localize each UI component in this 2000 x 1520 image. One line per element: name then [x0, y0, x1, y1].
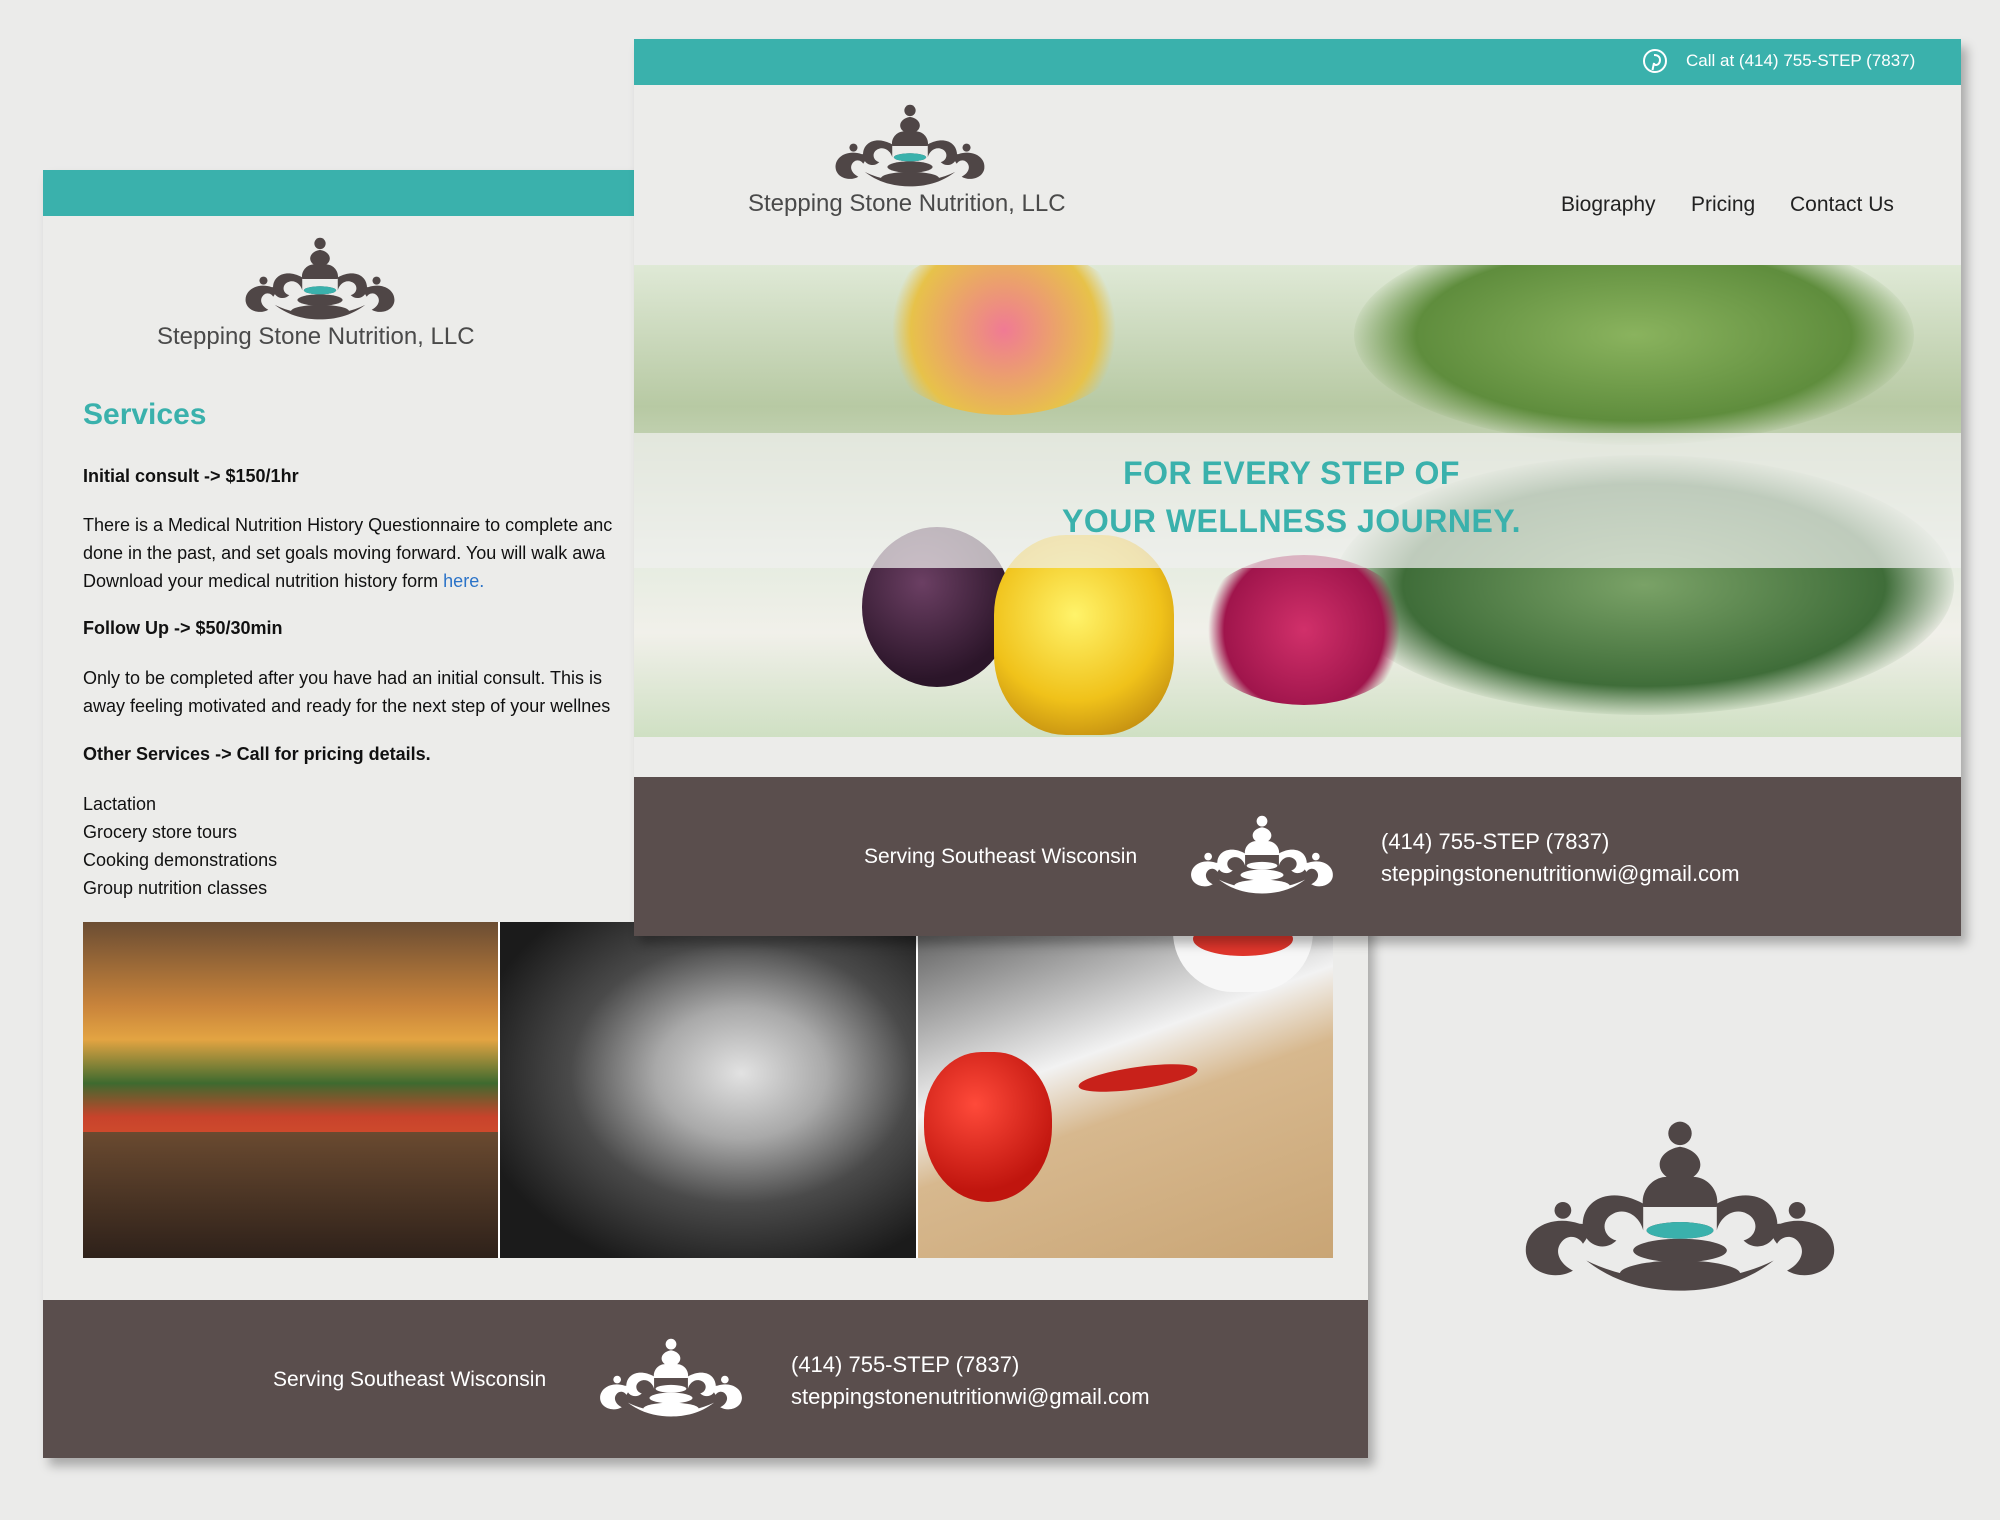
hero-image: FOR EVERY STEP OF YOUR WELLNESS JOURNEY.	[634, 265, 1961, 737]
chili-pepper	[1076, 1058, 1199, 1098]
stacked-stones-ornament-icon	[593, 1338, 749, 1418]
download-form-text: Download your medical nutrition history …	[83, 571, 439, 591]
service-area: Serving Southeast Wisconsin	[273, 1368, 547, 1391]
list-item: Group nutrition classes	[83, 878, 268, 898]
footer: Serving Southeast Wisconsin (414) 755-ST…	[634, 777, 1961, 936]
initial-consult-text-1: There is a Medical Nutrition History Que…	[83, 515, 613, 535]
stacked-stones-ornament-icon	[1512, 1120, 1848, 1292]
stacked-stones-ornament-icon	[1184, 815, 1340, 895]
photo-gallery	[83, 922, 1333, 1258]
footer-email[interactable]: steppingstonenutritionwi@gmail.com	[1381, 861, 1740, 887]
nav-biography[interactable]: Biography	[1561, 193, 1656, 217]
list-item: Cooking demonstrations	[83, 850, 278, 870]
brand-name[interactable]: Stepping Stone Nutrition, LLC	[748, 190, 1066, 218]
pinterest-icon[interactable]	[1642, 48, 1668, 74]
initial-consult-text-3: Download your medical nutrition history …	[83, 567, 484, 595]
other-services-heading: Other Services -> Call for pricing detai…	[83, 744, 431, 764]
stacked-stones-ornament-icon[interactable]	[829, 104, 991, 187]
hero-text-band	[634, 433, 1961, 568]
footer-phone[interactable]: (414) 755-STEP (7837)	[1381, 829, 1609, 855]
produce-market-photo	[83, 922, 499, 1258]
list-item: Lactation	[83, 794, 157, 814]
nav-contact-us[interactable]: Contact Us	[1790, 193, 1894, 217]
nav-pricing[interactable]: Pricing	[1691, 193, 1755, 217]
list-item: Grocery store tours	[83, 822, 238, 842]
footer: Serving Southeast Wisconsin (414) 755-ST…	[43, 1300, 1368, 1458]
download-form-link[interactable]: here.	[443, 571, 484, 591]
breastfeeding-photo	[500, 922, 916, 1258]
initial-consult-text-2: done in the past, and set goals moving f…	[83, 543, 606, 563]
lettuce-leaves	[1354, 265, 1914, 445]
produce-crate	[83, 1132, 499, 1258]
stacked-stones-ornament-icon[interactable]	[239, 237, 401, 320]
follow-up-text-2: away feeling motivated and ready for the…	[83, 696, 611, 716]
flower-bouquet	[874, 265, 1134, 415]
follow-up-heading: Follow Up -> $50/30min	[83, 618, 283, 638]
service-area: Serving Southeast Wisconsin	[864, 845, 1138, 868]
footer-phone[interactable]: (414) 755-STEP (7837)	[791, 1352, 1019, 1378]
brand-name[interactable]: Stepping Stone Nutrition, LLC	[157, 323, 475, 351]
initial-consult-heading: Initial consult -> $150/1hr	[83, 466, 299, 486]
call-link[interactable]: Call at (414) 755-STEP (7837)	[1686, 51, 1915, 71]
hero-headline-line-1: FOR EVERY STEP OF	[1123, 455, 1460, 491]
follow-up-text-1: Only to be completed after you have had …	[83, 668, 602, 688]
radishes	[1194, 555, 1414, 705]
cooking-peppers-photo	[917, 922, 1333, 1258]
footer-email[interactable]: steppingstonenutritionwi@gmail.com	[791, 1384, 1150, 1410]
red-pepper	[923, 1052, 1052, 1202]
page-title: Services	[83, 398, 207, 431]
hero-headline-line-2: YOUR WELLNESS JOURNEY.	[1061, 503, 1522, 539]
home-page-mockup: Call at (414) 755-STEP (7837) Stepping S…	[634, 39, 1961, 936]
